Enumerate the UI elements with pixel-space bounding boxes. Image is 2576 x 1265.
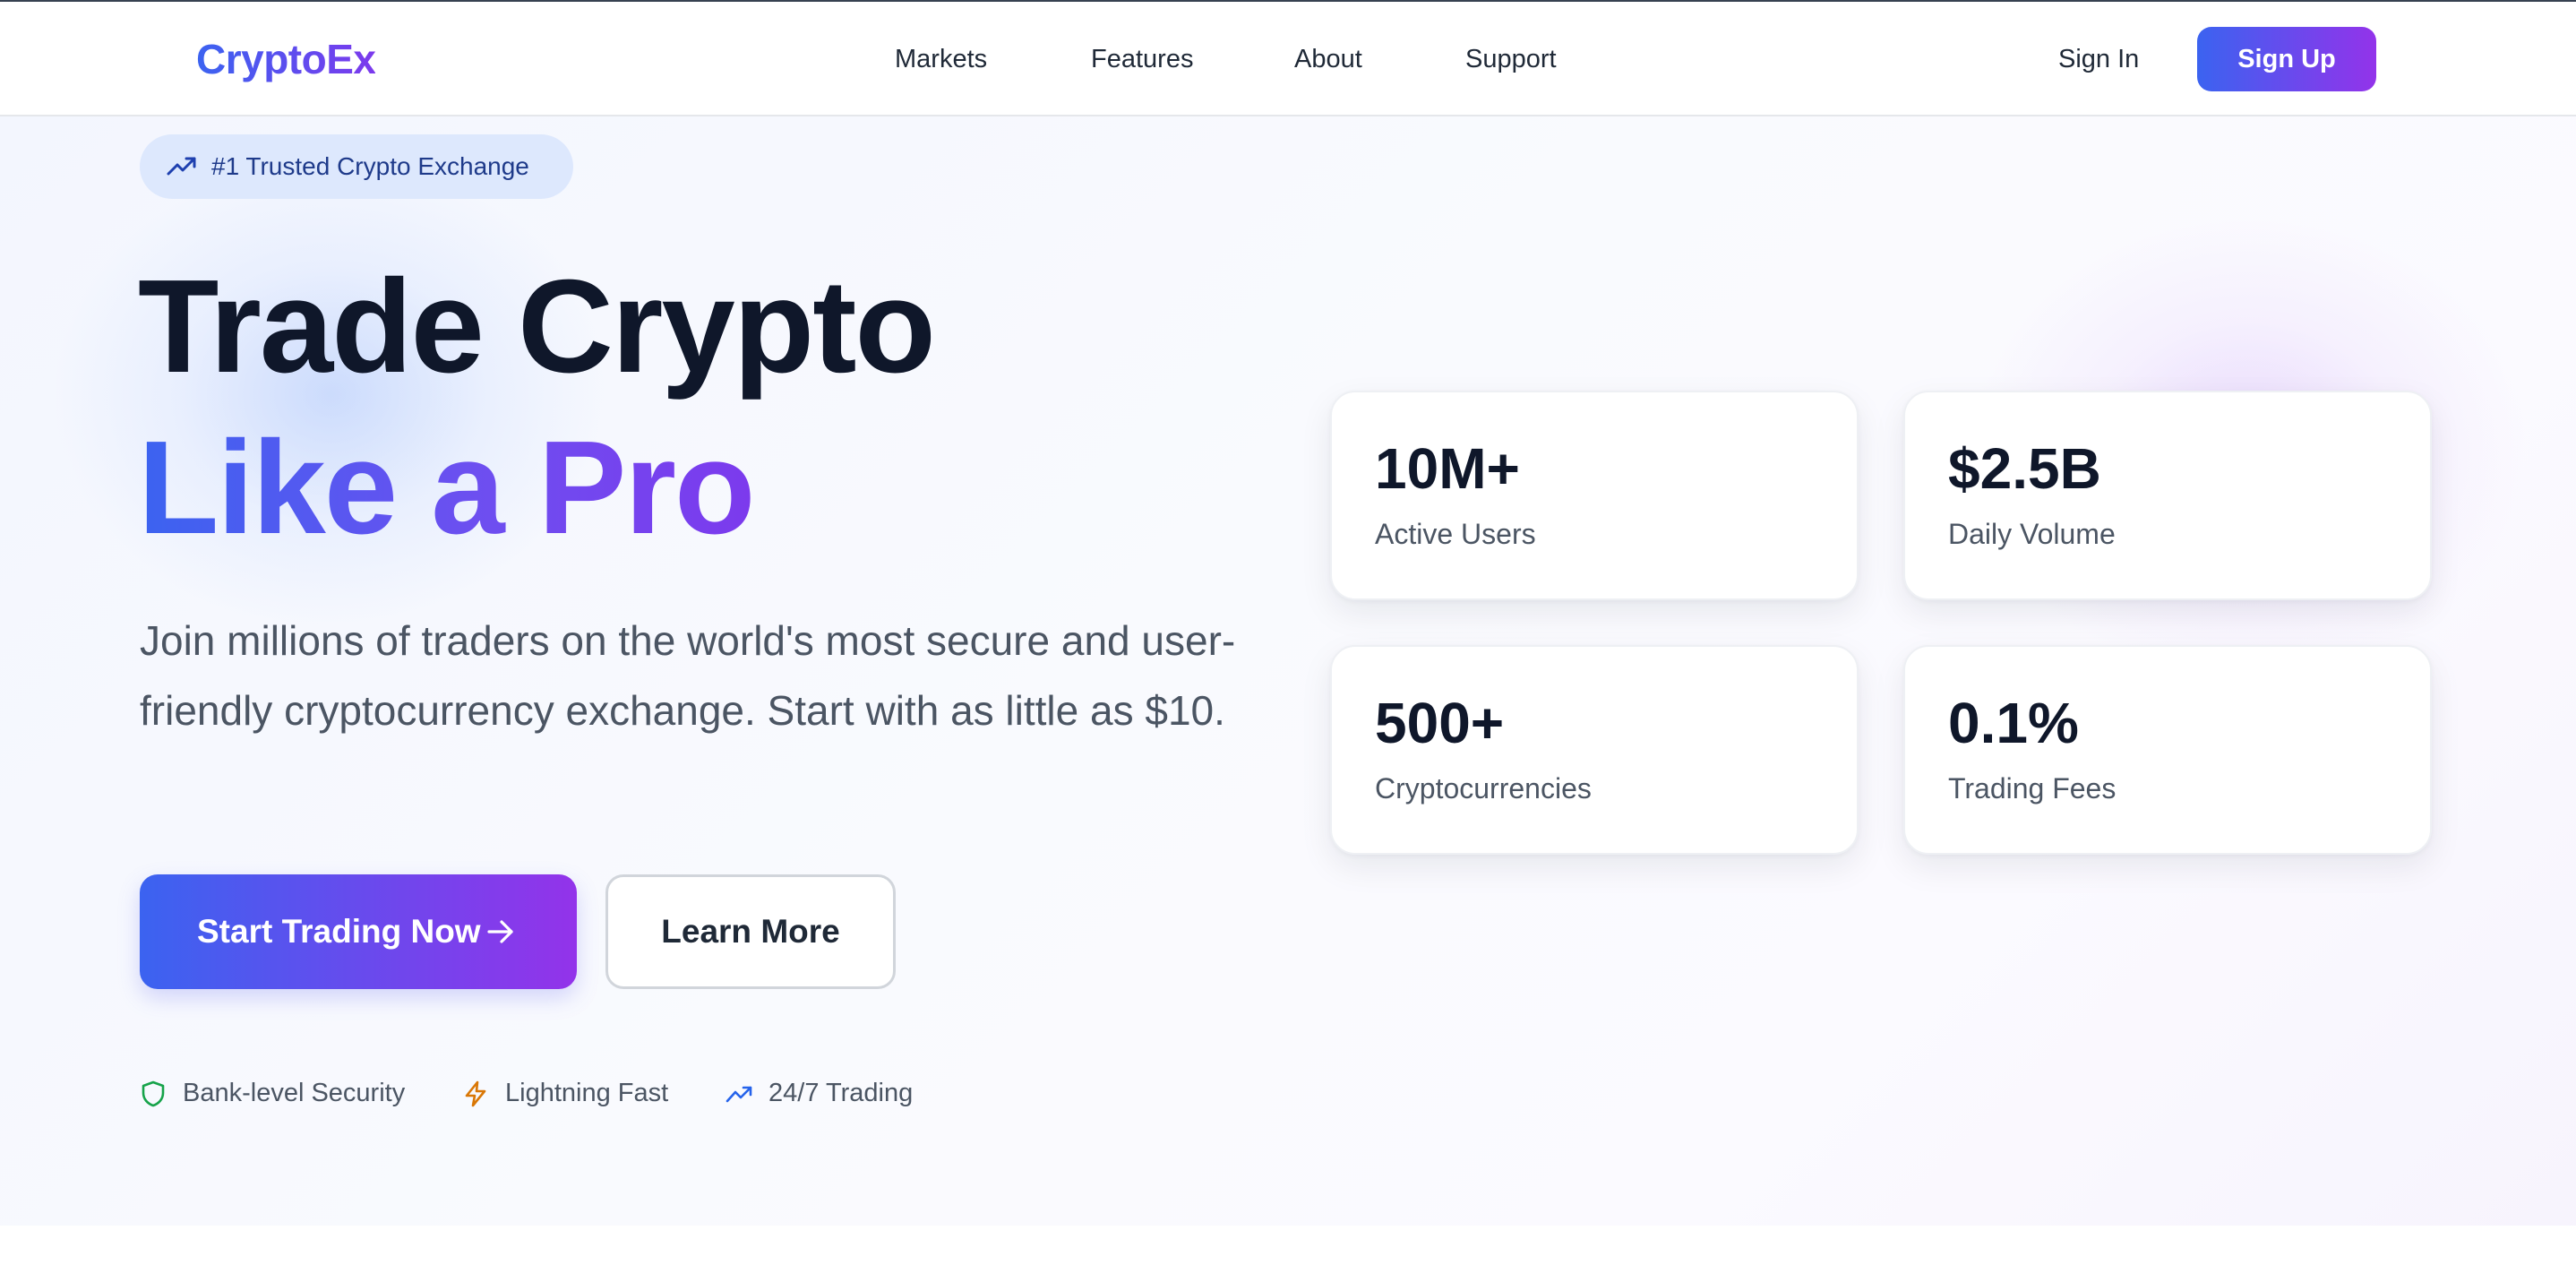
- stat-label: Active Users: [1375, 518, 1536, 550]
- lightning-icon: [465, 1080, 486, 1107]
- logo[interactable]: CryptoEx: [196, 32, 376, 86]
- feature-label: 24/7 Trading: [769, 1079, 914, 1107]
- start-trading-label: Start Trading Now: [197, 913, 481, 950]
- headline-line-2: Like a Pro: [138, 412, 755, 564]
- nav-link-about[interactable]: About: [1294, 41, 1362, 77]
- navbar: CryptoEx Markets Features About Support …: [0, 2, 2576, 116]
- stat-card-active-users: 10M+ Active Users: [1330, 391, 1859, 600]
- stat-label: Cryptocurrencies: [1375, 772, 1592, 805]
- stat-value: 500+: [1375, 691, 1505, 755]
- page: CryptoEx Markets Features About Support …: [0, 0, 2576, 1265]
- nav-link-support[interactable]: Support: [1465, 41, 1557, 77]
- arrow-right-icon: [487, 920, 513, 943]
- stat-value: 0.1%: [1948, 691, 2079, 755]
- feature-24-7: 24/7 Trading: [726, 1073, 958, 1113]
- nav-link-features[interactable]: Features: [1091, 41, 1193, 77]
- feature-label: Lightning Fast: [505, 1079, 669, 1107]
- sign-in-link[interactable]: Sign In: [2058, 41, 2139, 77]
- badge-label: #1 Trusted Crypto Exchange: [211, 152, 529, 180]
- trending-up-icon: [167, 157, 196, 176]
- sign-up-button[interactable]: Sign Up: [2197, 27, 2376, 91]
- shield-icon: [142, 1080, 165, 1107]
- trusted-badge: #1 Trusted Crypto Exchange: [140, 134, 573, 199]
- hero-subtext: Join millions of traders on the world's …: [140, 617, 1236, 734]
- headline-line-1: Trade Crypto: [138, 253, 936, 400]
- stat-value: $2.5B: [1948, 436, 2101, 501]
- stat-label: Trading Fees: [1948, 772, 2117, 805]
- feature-speed: Lightning Fast: [462, 1073, 695, 1113]
- stat-card-cryptocurrencies: 500+ Cryptocurrencies: [1330, 645, 1859, 855]
- start-trading-button[interactable]: Start Trading Now: [140, 874, 577, 989]
- feature-security: Bank-level Security: [140, 1073, 426, 1113]
- stat-value: 10M+: [1375, 436, 1520, 501]
- stat-card-daily-volume: $2.5B Daily Volume: [1903, 391, 2432, 600]
- learn-more-label: Learn More: [661, 913, 840, 950]
- feature-label: Bank-level Security: [183, 1079, 406, 1107]
- learn-more-button[interactable]: Learn More: [605, 874, 896, 989]
- stat-card-trading-fees: 0.1% Trading Fees: [1903, 645, 2432, 855]
- nav-link-markets[interactable]: Markets: [895, 41, 987, 77]
- trending-up-icon: [726, 1086, 752, 1103]
- stat-label: Daily Volume: [1948, 518, 2116, 550]
